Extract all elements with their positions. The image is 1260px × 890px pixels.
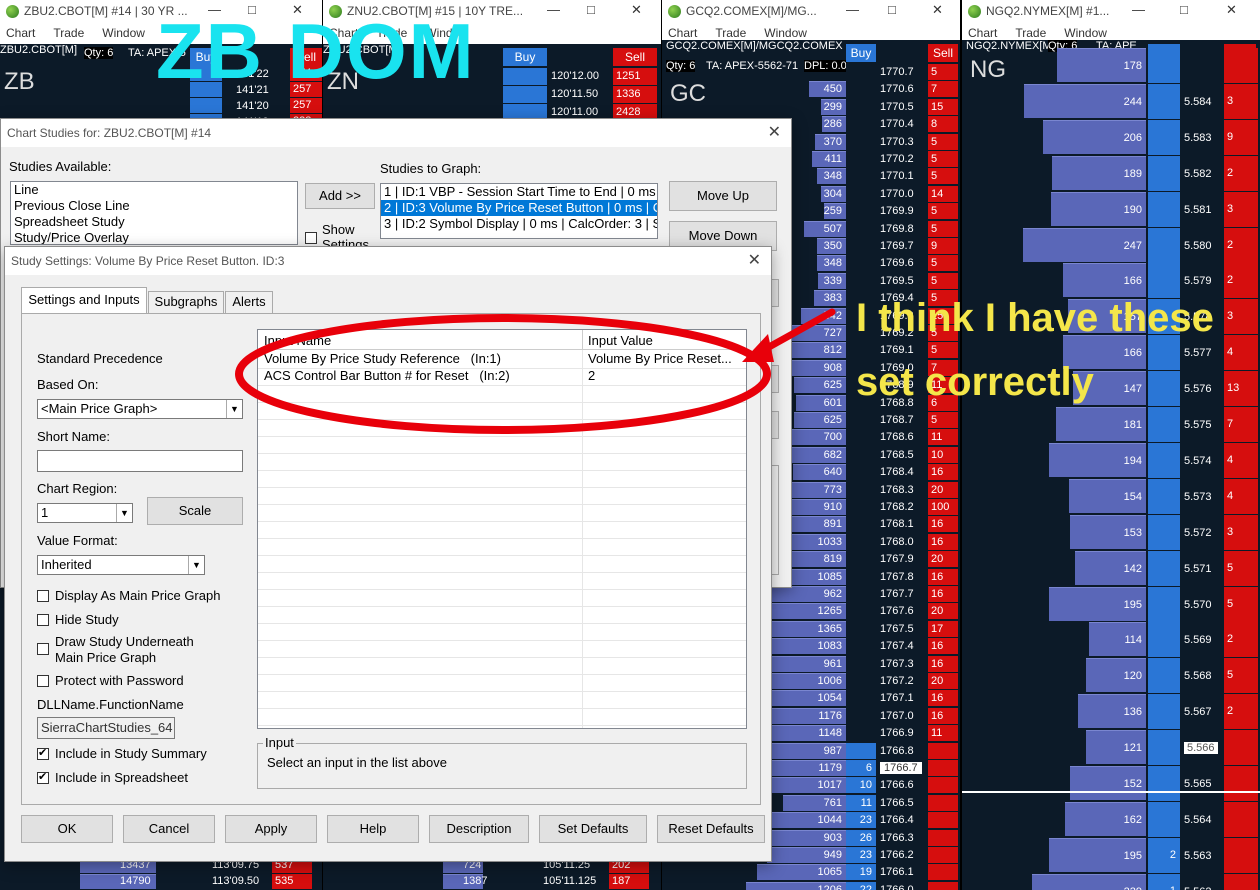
annotation-arrow-line <box>756 308 836 356</box>
note-line-2: set correctly <box>856 360 1094 404</box>
annotation-shapes <box>235 308 836 434</box>
annotation-circle <box>235 314 771 434</box>
note-line-1: I think I have these <box>856 296 1214 340</box>
